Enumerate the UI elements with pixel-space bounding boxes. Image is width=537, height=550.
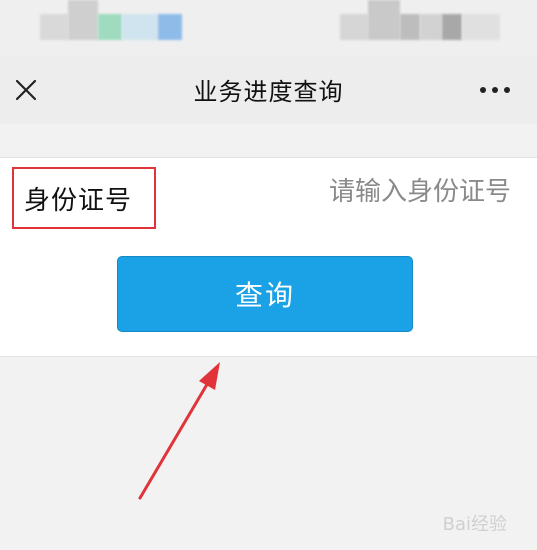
id-number-input[interactable]: [211, 172, 511, 212]
section-gap: [0, 124, 537, 157]
nav-bar: 业务进度查询: [0, 56, 537, 124]
watermark-logo: Bai经验: [442, 514, 507, 535]
id-number-label: 身份证号: [24, 186, 133, 216]
page-title: 业务进度查询: [193, 78, 344, 106]
query-form: 身份证号 查询: [0, 157, 537, 357]
id-label-highlight: 身份证号: [12, 167, 156, 229]
query-button[interactable]: 查询: [117, 256, 413, 332]
status-bar: [0, 0, 537, 56]
more-icon[interactable]: [475, 76, 515, 104]
screen: 业务进度查询 身份证号 查询 Bai经验: [0, 0, 537, 550]
